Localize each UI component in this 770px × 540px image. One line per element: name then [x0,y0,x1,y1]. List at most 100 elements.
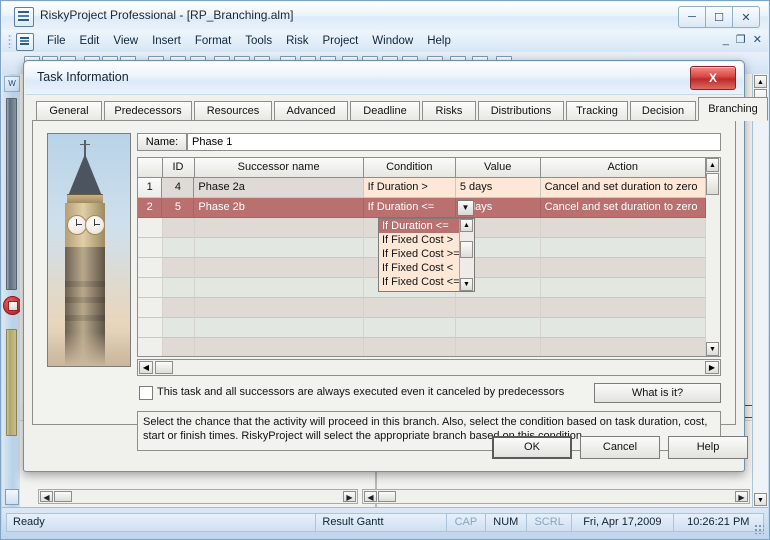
grid-empty-cell[interactable] [138,298,163,318]
grid-empty-cell[interactable] [194,318,364,338]
grid-empty-cell[interactable] [540,238,707,258]
menu-item-window[interactable]: Window [365,33,420,49]
menu-item-view[interactable]: View [106,33,145,49]
menu-item-risk[interactable]: Risk [279,33,315,49]
vscroll-thumb[interactable] [706,173,719,195]
tab-resources[interactable]: Resources [194,101,272,121]
what-is-it-button[interactable]: What is it? [594,383,721,403]
tab-deadline[interactable]: Deadline [350,101,420,121]
grid-empty-cell[interactable] [138,338,163,356]
grid-empty-cell[interactable] [194,278,364,298]
grid-empty-cell[interactable] [456,318,541,338]
scroll-up-icon[interactable]: ▲ [460,219,473,232]
scroll-up-icon[interactable]: ▲ [754,75,767,88]
tab-decision[interactable]: Decision [630,101,696,121]
restore-button[interactable]: ☐ [705,6,733,28]
grid-empty-cell[interactable] [363,318,457,338]
scroll-down-icon[interactable]: ▼ [706,342,719,356]
grid-column-header-successor-name[interactable]: Successor name [194,158,364,178]
grid-empty-cell[interactable] [138,218,163,238]
scroll-down-icon[interactable]: ▼ [460,278,473,291]
grid-vscrollbar[interactable]: ▲ ▼ [705,158,720,356]
menu-item-tools[interactable]: Tools [238,33,279,49]
grid-empty-cell[interactable] [162,318,195,338]
grid-cell-row-condition[interactable]: If Duration > [363,178,456,198]
grid-empty-cell[interactable] [138,318,163,338]
tab-distributions[interactable]: Distributions [478,101,564,121]
grid-column-header-id[interactable]: ID [162,158,195,178]
scroll-left-icon[interactable]: ◀ [40,491,53,502]
menu-item-insert[interactable]: Insert [145,33,188,49]
grid-cell-row-number[interactable]: 1 [138,178,163,198]
grid-empty-cell[interactable] [162,278,195,298]
menubar-grip[interactable] [8,34,12,48]
help-button[interactable]: Help [668,436,748,459]
grid-empty-cell[interactable] [138,258,163,278]
mdi-close-button[interactable]: ✕ [753,33,762,46]
grid-data-row[interactable]: 2 5 Phase 2b If Duration <= 5 days Cancel and… [138,198,706,218]
menu-item-format[interactable]: Format [188,33,238,49]
scroll-down-icon[interactable]: ▼ [754,493,767,506]
menu-item-help[interactable]: Help [420,33,458,49]
mdi-minimize-button[interactable]: _ [723,34,729,46]
tab-general[interactable]: General [36,101,102,121]
left-pane-hscrollbar[interactable]: ◀ ▶ [38,489,358,504]
scroll-right-icon[interactable]: ▶ [343,491,356,502]
name-input[interactable]: Phase 1 [187,133,721,151]
scroll-left-icon[interactable]: ◀ [364,491,377,502]
grid-cell-row-action[interactable]: Cancel and set duration to zero [540,178,706,198]
dialog-close-button[interactable]: X [690,66,736,90]
grid-empty-cell[interactable] [162,298,195,318]
tab-advanced[interactable]: Advanced [274,101,348,121]
grid-hscrollbar[interactable]: ◀ ▶ [137,359,721,376]
branching-grid[interactable]: ▲ ▼ ID Successor name Condition Value Action… [137,157,721,357]
mdi-restore-button[interactable]: ❐ [736,33,746,46]
grid-cell-row-id[interactable]: 5 [162,198,195,218]
grid-empty-cell[interactable] [194,338,364,356]
grid-empty-cell[interactable] [162,218,195,238]
tab-branching[interactable]: Branching [698,97,768,121]
grid-column-header-action[interactable]: Action [540,158,706,178]
grid-cell-row-value[interactable]: 5 days [455,178,541,198]
tab-risks[interactable]: Risks [422,101,476,121]
grid-empty-cell[interactable] [162,338,195,356]
grid-empty-cell[interactable] [540,278,707,298]
minimize-button[interactable]: ─ [678,6,706,28]
grid-empty-cell[interactable] [363,298,457,318]
grid-empty-cell[interactable] [540,338,707,356]
close-button[interactable]: ✕ [732,6,760,28]
grid-column-header-condition[interactable]: Condition [363,158,456,178]
menu-item-edit[interactable]: Edit [73,33,107,49]
grid-empty-cell[interactable] [162,258,195,278]
grid-empty-cell[interactable] [138,278,163,298]
dropdown-scrollbar[interactable]: ▲ ▼ [459,219,474,291]
condition-dropdown-list[interactable]: If Duration <= If Fixed Cost > If Fixed Co… [378,218,475,292]
condition-dropdown-button[interactable]: ▼ [457,200,474,216]
scroll-right-icon[interactable]: ▶ [735,491,748,502]
grid-cell-row-number[interactable]: 2 [138,198,163,218]
grid-empty-cell[interactable] [540,218,707,238]
ok-button[interactable]: OK [492,436,572,459]
grid-data-row[interactable]: 1 4 Phase 2a If Duration >5 days Cancel and … [138,178,706,198]
grid-empty-cell[interactable] [194,238,364,258]
cancel-button[interactable]: Cancel [580,436,660,459]
vscroll-thumb[interactable] [460,241,473,258]
grid-cell-row-successor-name[interactable]: Phase 2b [194,198,364,218]
tab-predecessors[interactable]: Predecessors [104,101,192,121]
hscroll-thumb[interactable] [378,491,396,502]
grid-cell-row-successor-name[interactable]: Phase 2a [194,178,364,198]
menu-item-file[interactable]: File [40,33,73,49]
scroll-up-icon[interactable]: ▲ [706,158,719,172]
grid-column-header-value[interactable]: Value [455,158,541,178]
scroll-left-icon[interactable]: ◀ [139,361,153,374]
tab-tracking[interactable]: Tracking [566,101,628,121]
menu-item-project[interactable]: Project [316,33,366,49]
grid-empty-cell[interactable] [194,218,364,238]
grid-empty-row[interactable] [138,298,707,318]
always-executed-checkbox[interactable] [139,386,153,400]
grid-column-header-rownum[interactable] [138,158,163,178]
hscroll-thumb[interactable] [155,361,173,374]
grid-empty-row[interactable] [138,318,707,338]
grid-empty-cell[interactable] [138,238,163,258]
sidebar-bottom-icon[interactable] [5,489,19,505]
